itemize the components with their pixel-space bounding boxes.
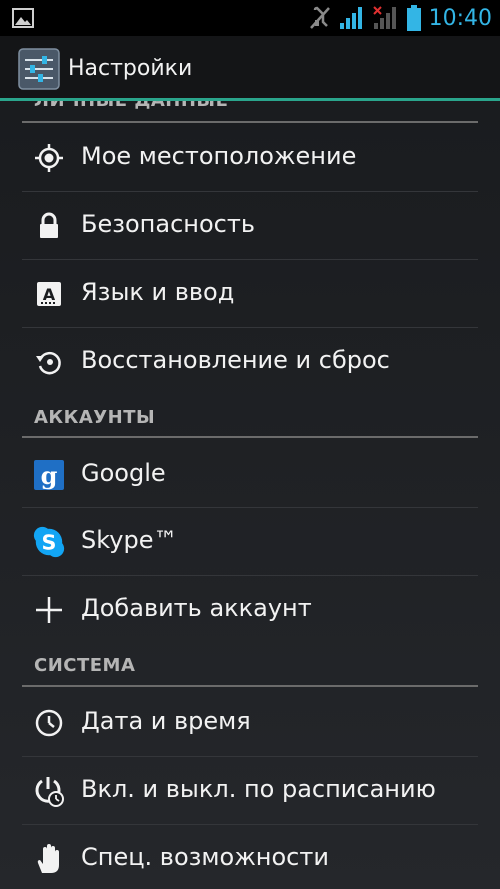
setting-item-label: Дата и время [81, 707, 251, 735]
section-divider [22, 685, 478, 687]
keyboard-letter-icon: A [32, 277, 66, 311]
power-schedule-icon [32, 774, 66, 808]
section-divider [22, 436, 478, 438]
setting-item-label: Google [81, 459, 166, 487]
setting-item-google[interactable]: g Google [0, 441, 500, 508]
section-header: ЛИЧНЫЕ ДАННЫЕ [34, 101, 228, 111]
section-header: СИСТЕМА [34, 655, 136, 676]
setting-item-label: Спец. возможности [81, 843, 329, 871]
setting-item-skype[interactable]: S Skype™ [0, 508, 500, 575]
hand-icon [32, 842, 66, 876]
setting-item-label: Добавить аккаунт [81, 594, 312, 622]
add-account-button[interactable]: Добавить аккаунт [0, 576, 500, 643]
svg-text:S: S [42, 531, 57, 555]
setting-item-label: Skype™ [81, 526, 178, 554]
mute-icon [309, 6, 330, 29]
restore-icon [32, 345, 66, 379]
google-icon: g [32, 458, 66, 492]
settings-list[interactable]: ЛИЧНЫЕ ДАННЫЕ Мое местоположение Безопас… [0, 101, 500, 889]
status-bar: 10:40 [0, 0, 500, 36]
settings-sliders-icon[interactable] [18, 48, 60, 90]
setting-item-label: Язык и ввод [81, 278, 235, 306]
setting-item-location[interactable]: Мое местоположение [0, 124, 500, 191]
page-title: Настройки [68, 56, 193, 81]
clock: 10:40 [428, 5, 492, 31]
battery-icon [406, 5, 421, 31]
clock-icon [32, 706, 66, 740]
setting-item-backup-reset[interactable]: Восстановление и сброс [0, 328, 500, 395]
lock-icon [32, 209, 66, 243]
location-icon [32, 141, 66, 175]
setting-item-accessibility[interactable]: Спец. возможности [0, 825, 500, 889]
setting-item-label: Безопасность [81, 210, 255, 238]
signal-no-sim-icon [372, 6, 396, 29]
setting-item-power-schedule[interactable]: Вкл. и выкл. по расписанию [0, 757, 500, 824]
plus-icon [32, 593, 66, 627]
action-bar: Настройки [0, 36, 500, 100]
signal-icon [339, 7, 362, 29]
setting-item-security[interactable]: Безопасность [0, 192, 500, 259]
image-icon [12, 8, 34, 28]
setting-item-language-input[interactable]: A Язык и ввод [0, 260, 500, 327]
svg-text:A: A [43, 285, 56, 304]
skype-icon: S [32, 525, 66, 559]
setting-item-label: Восстановление и сброс [81, 346, 390, 374]
section-divider [22, 121, 478, 123]
setting-item-date-time[interactable]: Дата и время [0, 689, 500, 756]
section-header: АККАУНТЫ [34, 407, 156, 428]
setting-item-label: Мое местоположение [81, 142, 357, 170]
setting-item-label: Вкл. и выкл. по расписанию [81, 775, 436, 803]
svg-text:g: g [41, 461, 58, 490]
